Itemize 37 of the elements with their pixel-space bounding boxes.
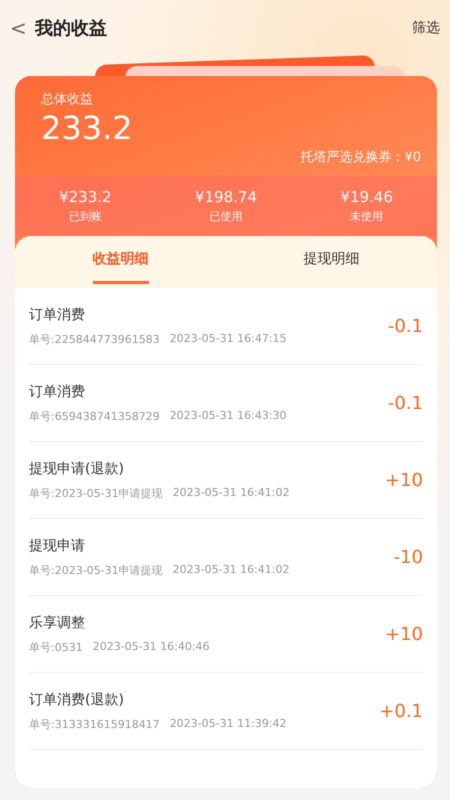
record-amount: +10 (385, 470, 423, 490)
record-time: 2023-05-31 16:43:30 (170, 408, 287, 424)
record-title: 订单消费 (29, 306, 86, 324)
record-title: 订单消费(退款) (29, 690, 125, 708)
record-title: 提现申请(退款) (29, 460, 125, 478)
stat-value: ¥198.74 (194, 188, 257, 206)
stat-label: 已使用 (209, 209, 242, 224)
record-title: 订单消费 (29, 382, 86, 400)
order-number: 单号:225844773961583 (29, 332, 160, 346)
page-title: 我的收益 (34, 17, 108, 40)
back-button[interactable]: < (10, 16, 27, 40)
stat-value: ¥19.46 (340, 188, 393, 206)
record-amount: -0.1 (388, 392, 423, 414)
record-amount: +10 (385, 624, 423, 644)
record-title: 乐享调整 (29, 614, 86, 632)
order-number: 单号:0531 (29, 640, 83, 654)
record-title: 提现申请 (29, 536, 86, 554)
record-time: 2023-05-31 11:39:42 (170, 716, 287, 732)
record-time: 2023-05-31 16:41:02 (172, 562, 290, 578)
filter-button[interactable]: 筛选 (412, 19, 440, 37)
total-label: 总体收益 (41, 91, 94, 108)
record-time: 2023-05-31 16:41:02 (172, 486, 290, 500)
tab[interactable]: 提现明细 (304, 236, 360, 284)
order-number: 单号:2023-05-31申请提现 (29, 486, 163, 500)
voucher-balance: 托塔严选兑换券：¥0 (300, 149, 421, 166)
order-number: 单号:313331615918417 (29, 716, 160, 732)
record-amount: -10 (394, 546, 423, 568)
record-time: 2023-05-31 16:40:46 (92, 640, 210, 654)
order-number: 单号:659438741358729 (29, 408, 160, 424)
order-number: 单号:2023-05-31申请提现 (29, 562, 163, 578)
total-amount: 233.2 (41, 108, 134, 148)
record-time: 2023-05-31 16:47:15 (170, 332, 287, 346)
record-amount: -0.1 (388, 316, 423, 336)
record-amount: +0.1 (379, 700, 423, 722)
stat-label: 未使用 (350, 209, 384, 224)
stat-value: ¥233.2 (59, 188, 112, 206)
stat-label: 已到账 (68, 209, 102, 224)
